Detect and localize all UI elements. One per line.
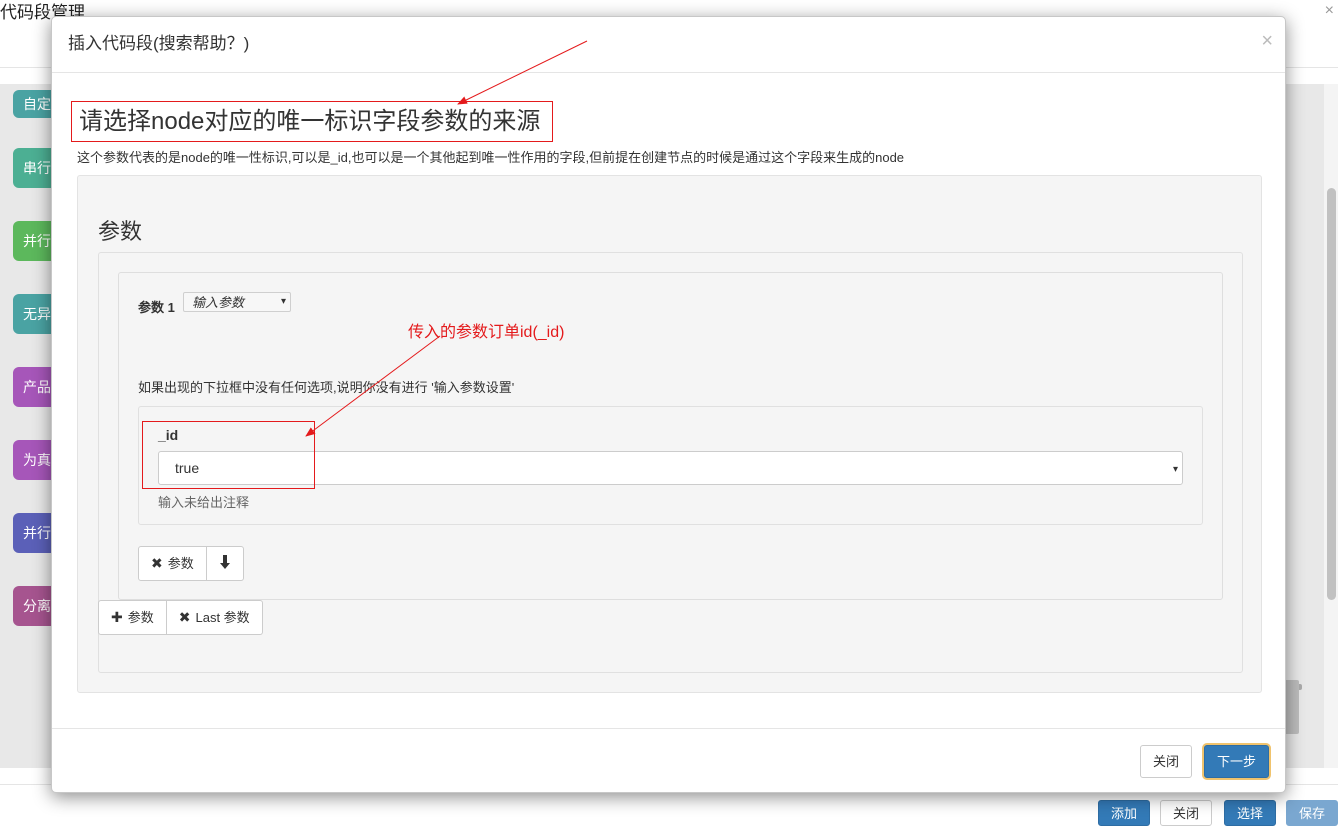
remove-param-button[interactable]: ✖ 参数 <box>138 546 207 581</box>
toolbox-block[interactable]: 分离 <box>13 586 53 626</box>
toolbox-block-label: 并行 <box>23 525 51 541</box>
dialog-header: 插入代码段(搜索帮助？) × <box>52 17 1285 73</box>
dialog-close-button[interactable]: 关闭 <box>1140 745 1193 778</box>
toolbox-block-label: 产品 <box>23 379 51 395</box>
close-button[interactable]: 关闭 <box>1160 800 1213 826</box>
remove-icon: ✖ <box>178 609 191 625</box>
step-description: 这个参数代表的是node的唯一性标识,可以是_id,也可以是一个其他起到唯一性作… <box>77 150 905 165</box>
params-container: 参数 1 输入参数 ▾ 传入的参数订单id(_id) 如果出现的下拉框中没有任何… <box>98 252 1243 673</box>
toolbox-block-label: 为真 <box>23 452 51 468</box>
heading-highlight-box: 请选择node对应的唯一标识字段参数的来源 <box>71 101 553 142</box>
arrow-down-icon <box>219 554 231 573</box>
caret-down-icon: ▾ <box>1172 464 1178 475</box>
param-label: 参数 1 <box>138 300 175 315</box>
toolbox-block[interactable]: 并行 <box>13 513 53 553</box>
params-title: 参数 <box>98 219 143 244</box>
toolbox-block[interactable]: 为真 <box>13 440 53 480</box>
toolbox-block-label: 自定义 <box>23 96 53 112</box>
toolbox-block[interactable]: 串行 <box>13 148 53 188</box>
param-source-value: 输入参数 <box>192 295 245 310</box>
params-panel: 参数 参数 1 输入参数 ▾ 传入的参数订单id(_id) 如果出现的下拉框中没… <box>77 175 1262 693</box>
add-button[interactable]: 添加 <box>1098 800 1151 826</box>
plus-icon: ✚ <box>111 609 123 625</box>
page-close-icon[interactable]: × <box>1325 2 1334 20</box>
param-field-group: _id true ▾ 输入未给出注释 <box>138 406 1203 525</box>
toolbox-block-label: 分离 <box>23 598 51 614</box>
param-actions: ✖ 参数 <box>138 546 244 581</box>
caret-down-icon: ▾ <box>280 296 286 307</box>
field-hint: 输入未给出注释 <box>158 495 250 510</box>
save-button[interactable]: 保存 <box>1286 800 1338 826</box>
dialog-footer-divider <box>52 728 1285 729</box>
toolbox-block[interactable]: 产品 <box>13 367 53 407</box>
param-note: 如果出现的下拉框中没有任何选项,说明你没有进行 '输入参数设置' <box>138 380 515 395</box>
params-actions: ✚ 参数 ✖ Last 参数 <box>98 600 263 635</box>
toolbox-block-label: 并行 <box>23 233 51 249</box>
remove-last-param-label: Last 参数 <box>195 610 250 625</box>
toolbox-block[interactable]: 无异 <box>13 294 53 334</box>
param-item: 参数 1 输入参数 ▾ 传入的参数订单id(_id) 如果出现的下拉框中没有任何… <box>118 272 1223 600</box>
remove-param-label: 参数 <box>167 556 194 571</box>
remove-icon: ✖ <box>151 555 163 571</box>
annotation-text: 传入的参数订单id(_id) <box>408 324 565 341</box>
add-param-button[interactable]: ✚ 参数 <box>98 600 167 635</box>
param-source-select[interactable]: 输入参数 ▾ <box>183 292 291 312</box>
select-button[interactable]: 选择 <box>1224 800 1277 826</box>
insert-snippet-dialog: 插入代码段(搜索帮助？) × 请选择node对应的唯一标识字段参数的来源 这个参… <box>51 16 1286 793</box>
step-heading: 请选择node对应的唯一标识字段参数的来源 <box>79 108 541 135</box>
next-step-button[interactable]: 下一步 <box>1204 745 1270 778</box>
add-param-label: 参数 <box>127 610 154 625</box>
remove-last-param-button[interactable]: ✖ Last 参数 <box>166 600 263 635</box>
close-icon[interactable]: × <box>1261 31 1273 51</box>
dialog-title: 插入代码段(搜索帮助？) <box>68 34 250 53</box>
workspace-scrollbar-thumb[interactable] <box>1327 188 1336 600</box>
toolbox-block-label: 无异 <box>23 306 51 322</box>
move-down-button[interactable] <box>206 546 244 581</box>
toolbox-block-label: 串行 <box>23 160 51 176</box>
toolbox-block[interactable]: 并行 <box>13 221 53 261</box>
field-highlight-box <box>142 421 315 489</box>
toolbox-block[interactable]: 自定义 <box>13 90 53 118</box>
